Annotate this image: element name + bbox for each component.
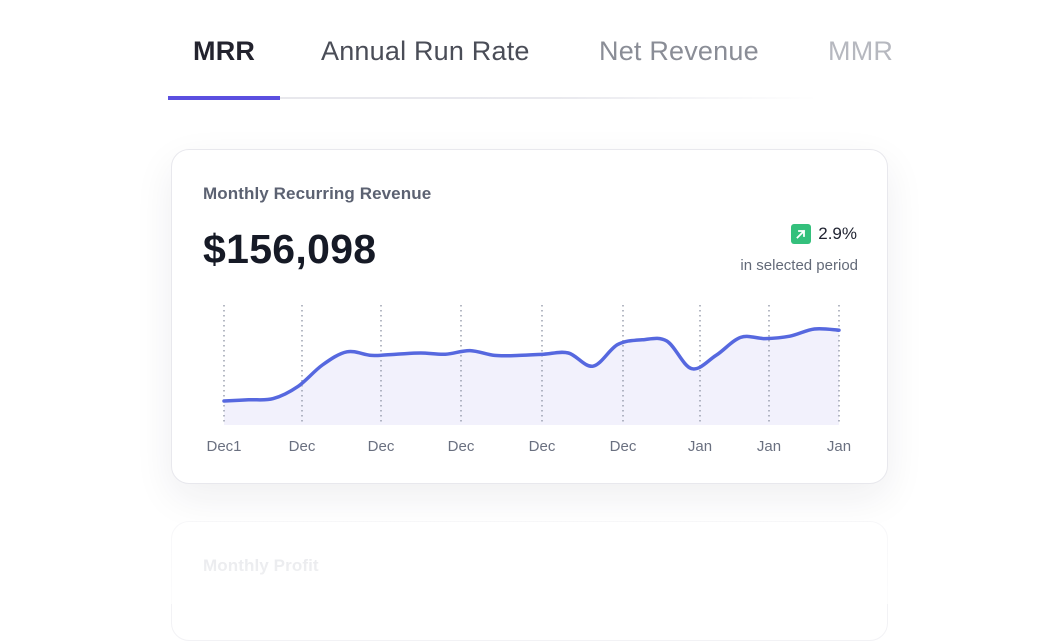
tab-net-revenue[interactable]: Net Revenue bbox=[599, 36, 759, 67]
x-tick-label: Jan bbox=[757, 438, 781, 455]
x-tick-label: Dec1 bbox=[206, 438, 241, 455]
mrr-card: Monthly Recurring Revenue $156,098 2.9% … bbox=[171, 149, 888, 484]
tab-annual-run-rate[interactable]: Annual Run Rate bbox=[321, 36, 530, 67]
x-tick-label: Dec bbox=[529, 438, 556, 455]
active-tab-indicator bbox=[168, 96, 280, 100]
tab-mmr[interactable]: MMR bbox=[828, 36, 893, 67]
x-tick-label: Dec bbox=[448, 438, 475, 455]
chart-area-fill bbox=[224, 328, 839, 425]
mrr-chart: Dec1 Dec Dec Dec Dec Dec Jan Jan Jan bbox=[206, 305, 851, 455]
x-tick-label: Dec bbox=[368, 438, 395, 455]
x-tick-label: Jan bbox=[827, 438, 851, 455]
x-tick-label: Dec bbox=[610, 438, 637, 455]
x-tick-label: Jan bbox=[688, 438, 712, 455]
tab-mrr[interactable]: MRR bbox=[193, 36, 255, 67]
x-tick-label: Dec bbox=[289, 438, 316, 455]
monthly-profit-card: Monthly Profit bbox=[171, 521, 888, 641]
card-title: Monthly Profit bbox=[203, 556, 319, 575]
metric-tabs: MRR Annual Run Rate Net Revenue MMR bbox=[168, 0, 928, 100]
